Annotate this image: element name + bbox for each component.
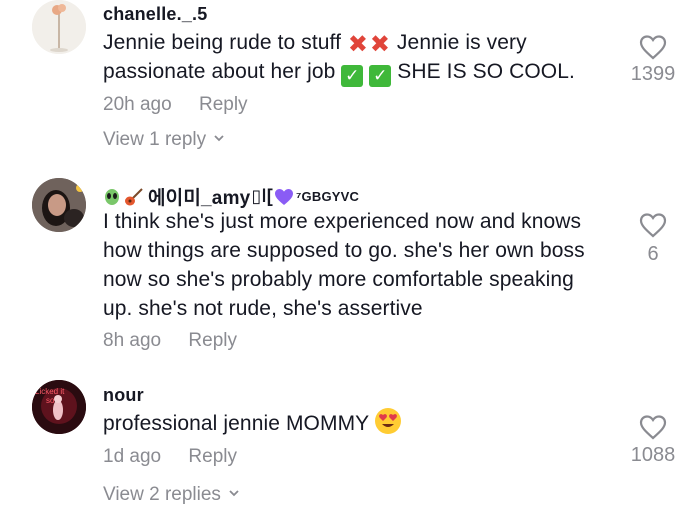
- avatar[interactable]: [32, 0, 86, 54]
- username-row[interactable]: 에이미_amy ▯ǀ[ ⁷GBGYVC: [103, 183, 359, 210]
- view-replies-button[interactable]: View 2 replies: [103, 484, 239, 506]
- reply-button[interactable]: Reply: [199, 94, 248, 115]
- avatar-caption: so: [46, 396, 55, 405]
- purple-heart-icon: [274, 188, 293, 205]
- chevron-down-icon: [214, 135, 224, 142]
- timestamp: 8h ago: [103, 330, 162, 351]
- timestamp: 20h ago: [103, 94, 172, 115]
- comment-meta: 8h ago Reply: [103, 330, 237, 352]
- avatar-flower-image: [32, 0, 86, 54]
- cross-mark-icon: ✖: [347, 31, 369, 58]
- check-mark-box-icon: ✓: [369, 65, 392, 87]
- username[interactable]: chanelle._.5: [103, 4, 207, 25]
- comment-text: professional jennie MOMMY: [103, 408, 623, 438]
- reply-button[interactable]: Reply: [188, 330, 237, 351]
- heart-outline-icon[interactable]: [639, 212, 667, 238]
- decorative-symbols: ▯ǀ[: [251, 186, 273, 206]
- like-count: 1088: [630, 444, 676, 466]
- view-replies-button[interactable]: View 1 reply: [103, 129, 224, 151]
- heart-outline-icon[interactable]: [639, 414, 667, 440]
- comment-text: I think she's just more experienced now …: [103, 210, 585, 320]
- avatar[interactable]: [32, 178, 86, 232]
- avatar-caption: Licked it: [35, 387, 65, 396]
- check-mark-box-icon: ✓: [341, 65, 364, 87]
- chevron-down-icon: [229, 490, 239, 497]
- avatar[interactable]: Licked it so: [32, 380, 86, 434]
- comment-meta: 20h ago Reply: [103, 94, 248, 116]
- reply-button[interactable]: Reply: [188, 446, 237, 467]
- cross-mark-icon: ✖: [369, 31, 391, 58]
- alien-icon: [105, 188, 119, 205]
- username[interactable]: nour: [103, 385, 144, 406]
- avatar-stage-image: Licked it so: [32, 380, 86, 434]
- comment-meta: 1d ago Reply: [103, 446, 237, 468]
- comment-text: Jennie being rude to stuff ✖✖ Jennie is …: [103, 31, 575, 87]
- timestamp: 1d ago: [103, 446, 162, 467]
- like-count: 1399: [630, 63, 676, 85]
- heart-outline-icon[interactable]: [639, 34, 667, 60]
- like-count: 6: [647, 243, 659, 265]
- avatar-photo-image: [32, 178, 86, 232]
- guitar-icon: [125, 187, 143, 205]
- heart-eyes-face-icon: [374, 408, 401, 434]
